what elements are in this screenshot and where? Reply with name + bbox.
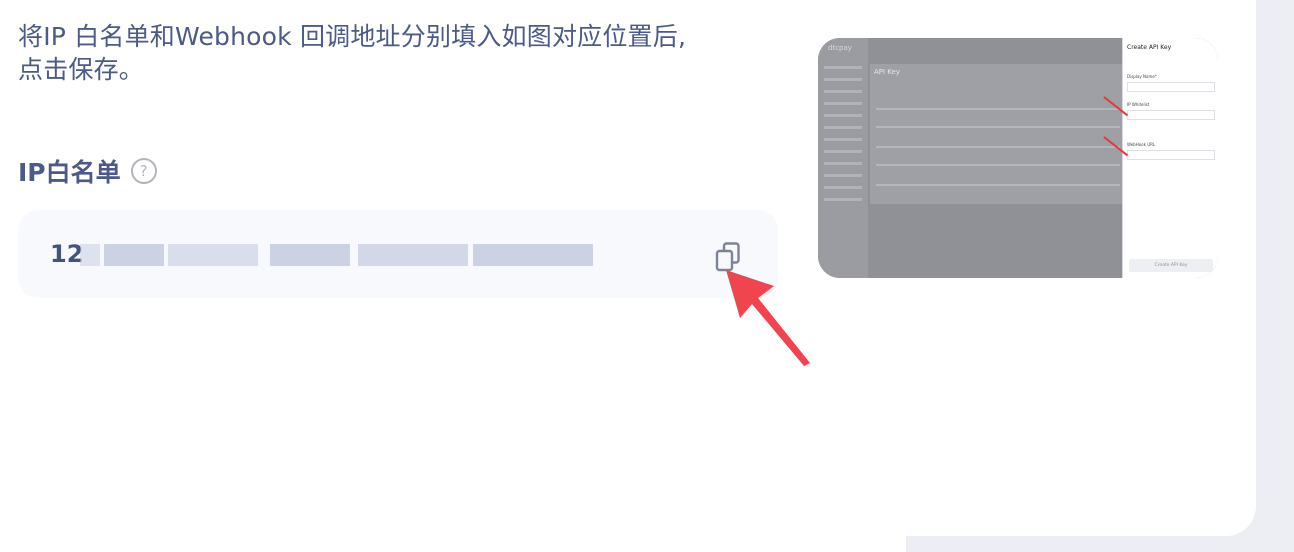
preview-logo: dtcpay <box>828 44 852 52</box>
redacted-ip-blur <box>80 244 100 266</box>
preview-nav-item <box>824 90 862 93</box>
preview-panel-title: Create API Key <box>1127 44 1172 51</box>
preview-nav-item <box>824 174 862 177</box>
redacted-ip-blur <box>473 244 593 266</box>
bottom-strip <box>0 536 906 552</box>
preview-table-row <box>876 164 1120 166</box>
ip-whitelist-title: IP白名单 <box>18 158 121 187</box>
preview-webhook-label: WebHook URL <box>1127 142 1156 147</box>
instruction-line-2: 点击保存。 <box>18 55 145 84</box>
ip-whitelist-header: IP白名单 ? <box>18 154 157 188</box>
preview-page-title: API Key <box>874 68 900 76</box>
preview-nav-item <box>824 114 862 117</box>
preview-ip-whitelist-label: IP Whitelist <box>1127 102 1150 107</box>
preview-nav-item <box>824 198 862 201</box>
preview-table-row <box>876 126 1120 128</box>
preview-table-row <box>876 146 1120 148</box>
screenshot-preview: dtcpay API Key Create API Key Display Na… <box>818 38 1218 278</box>
redacted-ip-blur <box>104 244 164 266</box>
question-mark-circle-icon[interactable]: ? <box>130 158 157 184</box>
instruction-text: 将IP 白名单和Webhook 回调地址分别填入如图对应位置后, 点击保存。 <box>18 20 778 86</box>
annotation-arrow <box>726 270 810 366</box>
preview-nav-item <box>824 186 862 189</box>
preview-webhook-field <box>1127 150 1215 160</box>
preview-main: API Key <box>870 64 1122 204</box>
ip-whitelist-value: 12 <box>50 240 84 268</box>
instruction-line-1: 将IP 白名单和Webhook 回调地址分别填入如图对应位置后, <box>18 22 687 51</box>
redacted-ip-blur <box>358 244 468 266</box>
redacted-ip-blur <box>270 244 350 266</box>
preview-sidebar <box>818 38 868 278</box>
preview-nav-item <box>824 150 862 153</box>
preview-display-name-field <box>1127 82 1215 92</box>
preview-nav-item <box>824 162 862 165</box>
preview-table-row <box>876 184 1120 186</box>
preview-display-name-label: Display Name* <box>1127 74 1157 79</box>
redacted-ip-blur <box>168 244 258 266</box>
ip-whitelist-box: 12 <box>18 210 778 298</box>
preview-nav-item <box>824 78 862 81</box>
preview-nav-item <box>824 126 862 129</box>
preview-ip-whitelist-field <box>1127 110 1215 120</box>
preview-create-api-key-panel: Create API Key Display Name* IP Whitelis… <box>1122 38 1218 278</box>
preview-table-row <box>876 108 1120 110</box>
preview-nav-item <box>824 66 862 69</box>
preview-nav-item <box>824 138 862 141</box>
preview-create-button: Create API Key <box>1129 259 1213 272</box>
preview-nav-item <box>824 102 862 105</box>
